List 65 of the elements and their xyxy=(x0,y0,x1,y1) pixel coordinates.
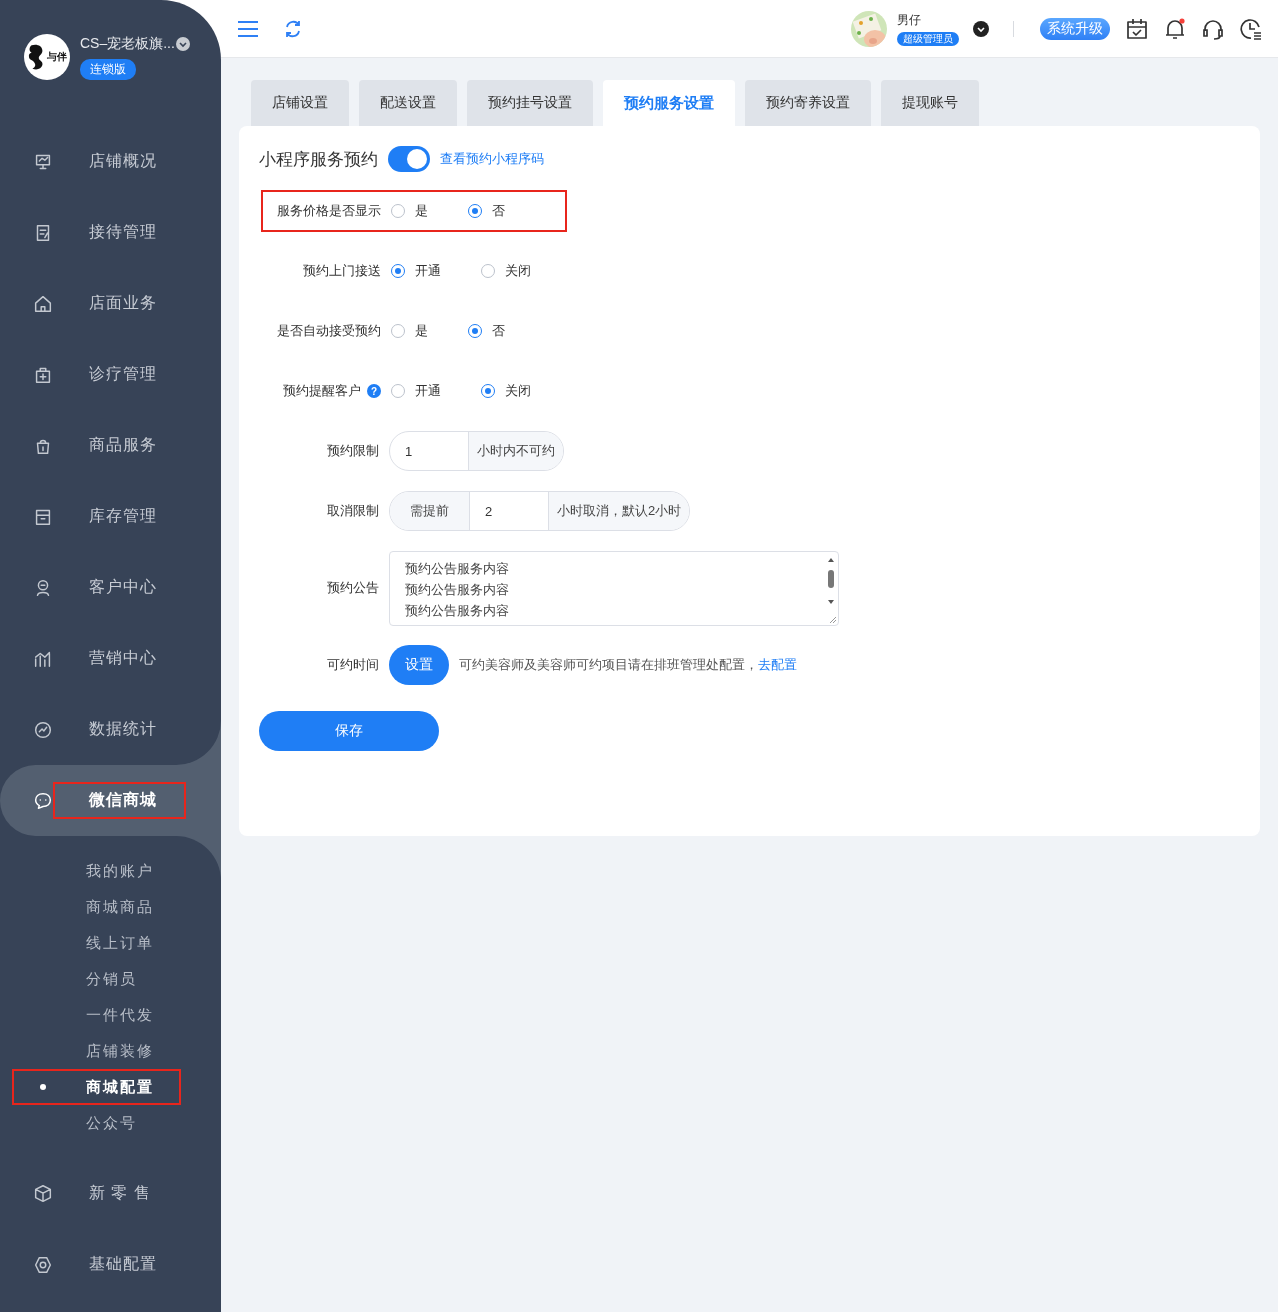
menu-item[interactable]: 店铺概况 xyxy=(0,126,221,197)
tab[interactable]: 配送设置 xyxy=(359,80,457,126)
bell-icon[interactable] xyxy=(1164,17,1186,40)
configure-link[interactable]: 去配置 xyxy=(758,656,797,674)
submenu-item[interactable]: 商城配置 xyxy=(12,1069,181,1105)
submenu-item[interactable]: 商城商品 xyxy=(12,889,181,925)
menu-item[interactable]: 营销中心 xyxy=(0,623,221,694)
submenu-item[interactable]: 分销员 xyxy=(12,961,181,997)
settings-button[interactable]: 设置 xyxy=(389,645,449,685)
shop-name[interactable]: CS–宠老板旗... xyxy=(80,35,175,53)
submenu-item[interactable]: 线上订单 xyxy=(12,925,181,961)
radio-option[interactable]: 关闭 xyxy=(481,262,571,280)
user-name: 男仔 xyxy=(897,11,922,29)
field-label: 服务价格是否显示 xyxy=(277,202,381,220)
qr-code-link[interactable]: 查看预约小程序码 xyxy=(440,150,544,168)
radio-option[interactable]: 是 xyxy=(391,322,468,340)
menu-item[interactable]: 新 零 售 xyxy=(0,1158,221,1229)
chevron-down-icon[interactable] xyxy=(973,20,989,37)
menu-item[interactable]: 微信商城 xyxy=(0,765,221,836)
edition-badge: 连锁版 xyxy=(80,59,136,80)
submenu-item[interactable]: 店铺装修 xyxy=(12,1033,181,1069)
cube-icon xyxy=(32,1182,54,1205)
toggle-switch[interactable] xyxy=(388,146,430,172)
save-button[interactable]: 保存 xyxy=(259,711,439,751)
menu-item[interactable]: 接待管理 xyxy=(0,197,221,268)
notice-textarea[interactable]: 预约公告服务内容 预约公告服务内容 预约公告服务内容 xyxy=(389,550,839,626)
tab[interactable]: 店铺设置 xyxy=(251,80,349,126)
menu-item[interactable]: 诊疗管理 xyxy=(0,339,221,410)
field-label: 预约公告 xyxy=(327,579,379,597)
menu-item[interactable]: 店面业务 xyxy=(0,268,221,339)
logo-text: 与伴 xyxy=(46,50,67,64)
submenu-item[interactable]: 公众号 xyxy=(12,1105,181,1141)
section-title: 小程序服务预约 xyxy=(259,148,378,171)
headset-icon[interactable] xyxy=(1202,17,1224,40)
submenu-item[interactable]: 一件代发 xyxy=(12,997,181,1033)
calendar-icon[interactable] xyxy=(1126,17,1148,40)
field-label: 可约时间 xyxy=(327,656,379,674)
field-label: 预约上门接送 xyxy=(303,262,381,280)
tab[interactable]: 预约服务设置 xyxy=(603,80,735,126)
field-label: 取消限制 xyxy=(327,502,379,520)
refresh-icon[interactable] xyxy=(283,18,303,39)
field-label: 是否自动接受预约 xyxy=(277,322,381,340)
field-label: 预约提醒客户 xyxy=(283,382,361,400)
radio-option[interactable]: 开通 xyxy=(391,382,481,400)
field-label: 预约限制 xyxy=(327,442,379,460)
radio-option[interactable]: 否 xyxy=(468,322,545,340)
tab[interactable]: 预约挂号设置 xyxy=(467,80,593,126)
menu-icon[interactable] xyxy=(237,19,259,38)
menu-item[interactable]: 库存管理 xyxy=(0,481,221,552)
tab[interactable]: 预约寄养设置 xyxy=(745,80,871,126)
chevron-down-icon[interactable] xyxy=(175,37,190,51)
radio-option[interactable]: 否 xyxy=(468,202,545,220)
radio-option[interactable]: 开通 xyxy=(391,262,481,280)
hint-text: 可约美容师及美容师可约项目请在排班管理处配置， xyxy=(459,656,758,674)
radio-option[interactable]: 是 xyxy=(391,202,468,220)
menu-item[interactable]: 商品服务 xyxy=(0,410,221,481)
help-icon[interactable]: ? xyxy=(367,384,381,398)
tab[interactable]: 提现账号 xyxy=(881,80,979,126)
menu-item[interactable]: 基础配置 xyxy=(0,1229,221,1300)
menu-item[interactable]: 数据统计 xyxy=(0,694,221,765)
clock-icon[interactable] xyxy=(1240,17,1262,40)
submenu-item[interactable]: 我的账户 xyxy=(12,853,181,889)
radio-option[interactable]: 关闭 xyxy=(481,382,571,400)
menu-item[interactable]: 客户中心 xyxy=(0,552,221,623)
role-badge: 超级管理员 xyxy=(897,31,959,46)
